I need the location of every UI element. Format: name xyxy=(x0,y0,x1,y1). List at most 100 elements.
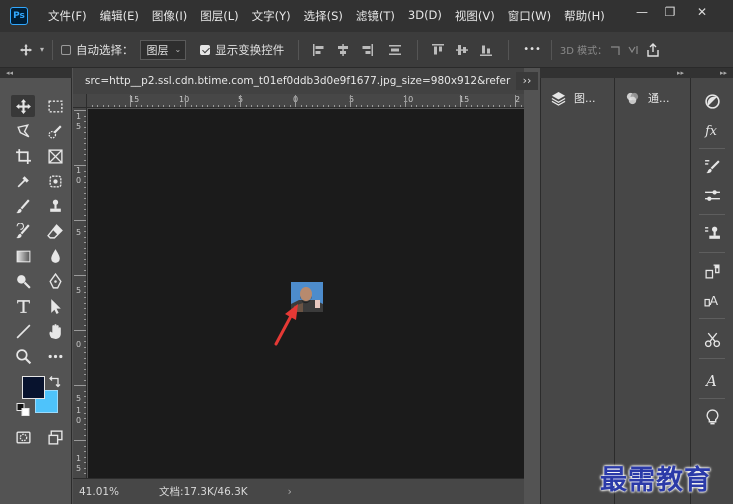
default-colors-icon[interactable] xyxy=(16,402,30,416)
watermark-logo: 最需教育 xyxy=(600,465,712,496)
3d-orbit-icon[interactable] xyxy=(607,40,625,60)
ruler-tick xyxy=(350,95,351,107)
clone-stamp-tool-icon[interactable] xyxy=(43,195,67,217)
zoom-tool-icon[interactable] xyxy=(11,345,35,367)
type-tool-icon[interactable] xyxy=(11,295,35,317)
glyphs-icon[interactable]: A xyxy=(701,368,723,390)
menu-help[interactable]: 帮助(H) xyxy=(564,8,605,24)
menu-edit[interactable]: 编辑(E) xyxy=(100,8,139,24)
spot-healing-tool-icon[interactable] xyxy=(43,170,67,192)
ruler-tick xyxy=(383,105,384,107)
eraser-tool-icon[interactable] xyxy=(43,220,67,242)
auto-select-target-dropdown[interactable]: 图层 ⌄ xyxy=(139,39,187,60)
document-tab[interactable]: src=http__p2.ssl.cdn.btime.com_t01ef0ddb… xyxy=(73,68,524,94)
menu-image[interactable]: 图像(I) xyxy=(152,8,187,24)
ruler-tick xyxy=(84,126,86,128)
ruler-origin[interactable] xyxy=(73,94,87,108)
close-button[interactable]: ✕ xyxy=(688,0,716,24)
ruler-tick xyxy=(84,341,86,342)
more-options-button[interactable]: ••• xyxy=(523,44,541,55)
tool-presets-icon[interactable] xyxy=(701,328,723,350)
align-left-icon[interactable] xyxy=(307,40,331,60)
auto-select-checkbox[interactable] xyxy=(61,44,72,55)
ruler-tick xyxy=(84,236,86,238)
channels-panel-tab[interactable]: 通... xyxy=(615,78,670,118)
ruler-v-label: 1 xyxy=(76,112,82,121)
menu-3d[interactable]: 3D(D) xyxy=(408,8,442,24)
brush-presets-icon[interactable] xyxy=(701,184,723,206)
quick-mask-icon[interactable] xyxy=(11,426,35,448)
ruler-v-label: 5 xyxy=(76,228,82,237)
frame-tool-icon[interactable] xyxy=(43,145,67,167)
distribute-icon[interactable] xyxy=(383,40,407,60)
menu-select[interactable]: 选择(S) xyxy=(304,8,343,24)
adjustments-icon[interactable] xyxy=(701,90,723,112)
dodge-tool-icon[interactable] xyxy=(11,270,35,292)
styles-fx-icon[interactable]: fx xyxy=(701,118,723,140)
panels-collapse-strip[interactable]: ▸▸ xyxy=(540,68,690,78)
align-hcenter-icon[interactable] xyxy=(331,40,355,60)
preset-chevron-icon[interactable]: ▾ xyxy=(40,45,44,54)
brush-settings-icon[interactable] xyxy=(701,156,723,178)
layers-panel-tab[interactable]: 图... xyxy=(541,78,596,118)
layers-icon xyxy=(551,91,566,106)
pen-tool-icon[interactable] xyxy=(43,270,67,292)
eyedropper-tool-icon[interactable] xyxy=(11,170,35,192)
3d-pan-icon[interactable] xyxy=(625,40,643,60)
foreground-color-swatch[interactable] xyxy=(22,376,45,399)
expand-panels-button[interactable]: ›› xyxy=(516,72,538,90)
side-panels-collapse-strip[interactable]: ▸▸ xyxy=(690,68,733,78)
menu-file[interactable]: 文件(F) xyxy=(48,8,87,24)
layers-panel-collapsed: 图... xyxy=(540,78,614,504)
zoom-level[interactable]: 41.01% xyxy=(79,486,119,498)
gradient-tool-icon[interactable] xyxy=(11,245,35,267)
brush-tool-icon[interactable] xyxy=(11,195,35,217)
ruler-tick xyxy=(251,105,252,107)
more-tools-icon[interactable] xyxy=(43,345,67,367)
menu-type[interactable]: 文字(Y) xyxy=(252,8,291,24)
learn-lightbulb-icon[interactable] xyxy=(701,406,723,428)
marquee-tool-icon[interactable] xyxy=(43,95,67,117)
menu-layer[interactable]: 图层(L) xyxy=(200,8,238,24)
quick-selection-tool-icon[interactable] xyxy=(43,120,67,142)
show-transform-checkbox[interactable] xyxy=(200,44,211,55)
minimize-button[interactable]: — xyxy=(628,0,656,24)
blur-tool-icon[interactable] xyxy=(43,245,67,267)
move-tool-preset-icon[interactable] xyxy=(14,40,38,60)
align-bottom-icon[interactable] xyxy=(474,40,498,60)
menu-filter[interactable]: 滤镜(T) xyxy=(356,8,395,24)
clone-source-icon[interactable] xyxy=(701,222,723,244)
screen-mode-icon[interactable] xyxy=(43,426,67,448)
horizontal-ruler[interactable]: 15 10 5 0 5 10 15 2 xyxy=(73,94,524,108)
paragraph-styles-icon[interactable] xyxy=(701,260,723,282)
move-tool-icon[interactable] xyxy=(11,95,35,117)
ruler-tick xyxy=(339,105,340,107)
align-vcenter-icon[interactable] xyxy=(450,40,474,60)
share-icon[interactable] xyxy=(643,40,663,60)
svg-text:fx: fx xyxy=(704,123,717,137)
status-expand-button[interactable]: › xyxy=(288,486,292,498)
align-right-icon[interactable] xyxy=(355,40,379,60)
line-tool-icon[interactable] xyxy=(11,320,35,342)
hand-tool-icon[interactable] xyxy=(43,320,67,342)
vertical-ruler[interactable]: 1 5 1 0 5 5 0 5 1 0 1 5 xyxy=(73,108,87,478)
lasso-tool-icon[interactable] xyxy=(11,120,35,142)
menu-window[interactable]: 窗口(W) xyxy=(508,8,551,24)
ruler-tick xyxy=(482,105,483,107)
ruler-tick xyxy=(84,225,86,227)
history-brush-tool-icon[interactable] xyxy=(11,220,35,242)
toolbar-collapse-strip[interactable]: ◂◂ xyxy=(0,68,72,78)
align-top-icon[interactable] xyxy=(426,40,450,60)
ruler-tick xyxy=(108,105,109,107)
ruler-tick xyxy=(84,357,86,359)
ruler-tick xyxy=(84,418,86,419)
status-bar: 41.01% 文档:17.3K/46.3K › xyxy=(73,478,524,504)
crop-tool-icon[interactable] xyxy=(11,145,35,167)
menu-view[interactable]: 视图(V) xyxy=(455,8,495,24)
path-selection-tool-icon[interactable] xyxy=(43,295,67,317)
character-styles-icon[interactable]: A xyxy=(701,288,723,310)
restore-button[interactable]: ❐ xyxy=(656,0,684,24)
swap-colors-icon[interactable] xyxy=(47,374,63,388)
ruler-tick xyxy=(84,148,86,150)
ruler-tick xyxy=(84,473,86,474)
